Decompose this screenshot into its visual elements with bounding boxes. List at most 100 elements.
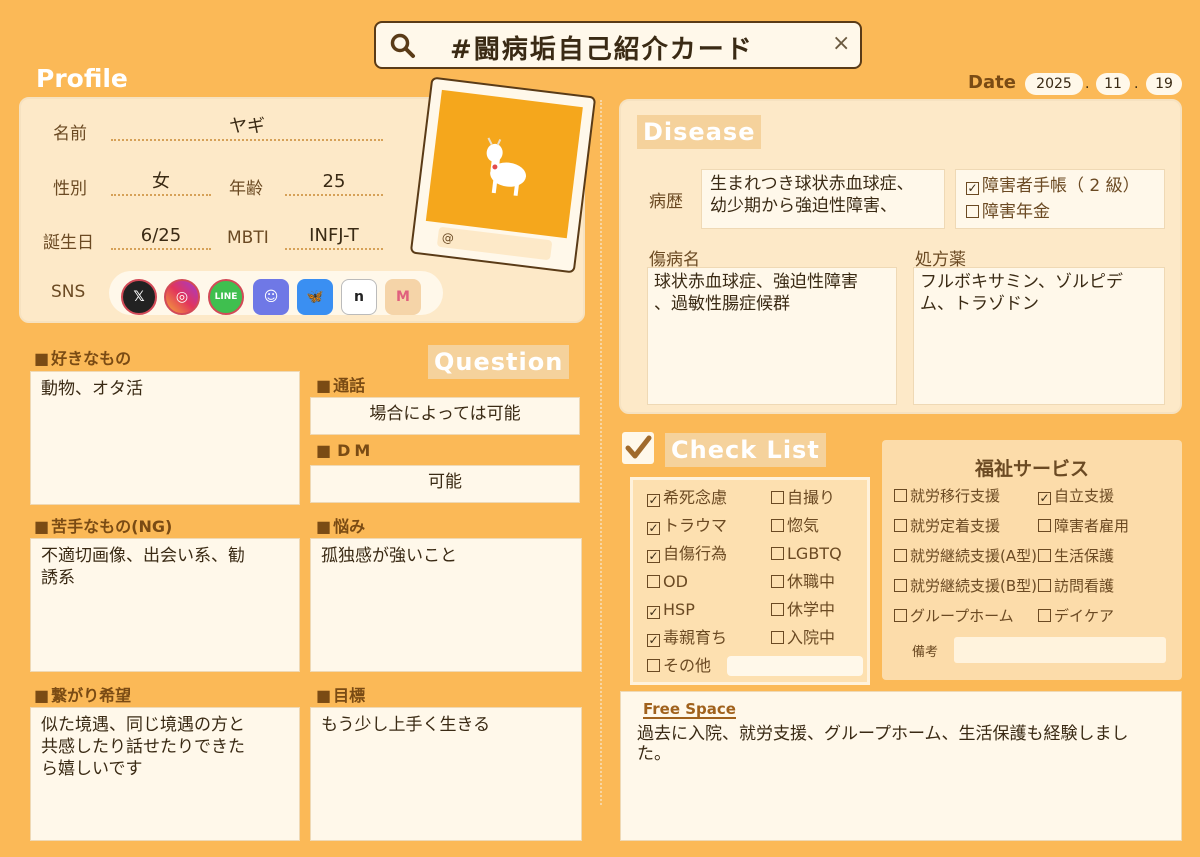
worry-box: 孤独感が強いこと — [310, 538, 582, 672]
sns-label: SNS — [51, 282, 86, 302]
welfare-2-checkmark — [894, 519, 907, 532]
welfare-2-checkbox[interactable]: 就労定着支援 — [894, 512, 1000, 540]
checklist-right-1-checkbox[interactable]: 惚気 — [771, 512, 842, 540]
photo-frame: @ — [409, 76, 597, 274]
gender-label: 性別 — [53, 179, 87, 199]
checklist-right-2-label: LGBTQ — [787, 544, 842, 563]
welfare-1-checkbox[interactable]: ✓ 自立支援 — [1038, 482, 1114, 510]
checklist-right-column: 自撮り惚気 LGBTQ 休職中休学中入院中 — [771, 484, 842, 652]
checklist-right-1-checkmark — [771, 519, 784, 532]
likes-heading: 好きなもの — [34, 345, 131, 369]
welfare-4-checkbox[interactable]: 就労継続支援(A型) — [894, 542, 1037, 570]
welfare-4-label: 就労継続支援(A型) — [910, 547, 1037, 565]
welfare-1-checkmark: ✓ — [1038, 491, 1051, 505]
connect-box: 似た境遇、同じ境遇の方と 共感したり話せたりできた ら嬉しいです — [30, 707, 300, 841]
welfare-8-checkbox[interactable]: グループホーム — [894, 602, 1014, 630]
date-label: Date — [968, 72, 1016, 93]
note-input[interactable] — [954, 637, 1166, 663]
welfare-6-checkmark — [894, 579, 907, 592]
birthday-label: 誕生日 — [43, 233, 94, 253]
search-bar[interactable]: #闘病垢自己紹介カード × — [374, 21, 862, 69]
checklist-right-3-checkbox[interactable]: 休職中 — [771, 568, 842, 596]
checklist-left-1-checkbox[interactable]: ✓ トラウマ — [647, 512, 727, 540]
other-input[interactable] — [727, 656, 863, 676]
welfare-7-checkbox[interactable]: 訪問看護 — [1038, 572, 1114, 600]
checklist-right-0-checkbox[interactable]: 自撮り — [771, 484, 842, 512]
welfare-9-checkbox[interactable]: デイケア — [1038, 602, 1114, 630]
discord-icon[interactable]: ☺ — [253, 279, 289, 315]
handbook-checkbox[interactable]: ✓ 障害者手帳（ 2 級） — [966, 172, 1154, 200]
welfare-4-checkmark — [894, 549, 907, 562]
checklist-left-5-checkbox[interactable]: ✓ 毒親育ち — [647, 624, 727, 652]
welfare-9-label: デイケア — [1054, 607, 1115, 625]
history-box: 生まれつき球状赤血球症、 幼少期から強迫性障害、 — [701, 169, 945, 229]
x-icon[interactable]: 𝕏 — [121, 279, 157, 315]
goat-icon — [486, 137, 527, 196]
welfare-0-checkbox[interactable]: 就労移行支援 — [894, 482, 1000, 510]
call-heading: 通話 — [316, 372, 365, 396]
welfare-5-label: 生活保護 — [1054, 547, 1115, 565]
welfare-8-checkmark — [894, 609, 907, 622]
misskey-icon[interactable]: M — [385, 279, 421, 315]
note-icon[interactable]: n — [341, 279, 377, 315]
checklist-left-4-checkbox[interactable]: ✓ HSP — [647, 596, 727, 624]
welfare-2-label: 就労定着支援 — [910, 517, 1001, 535]
gender-value: 女 — [111, 168, 211, 196]
checklist-right-4-checkbox[interactable]: 休学中 — [771, 596, 842, 624]
checklist-panel: ✓ 希死念慮 ✓ トラウマ ✓ 自傷行為 OD ✓ HSP ✓ 毒親育ち 自撮り 惚気 LGBTQ 休職中… — [630, 477, 870, 685]
connect-heading: 繋がり希望 — [34, 682, 131, 706]
mbti-value: INFJ-T — [285, 222, 383, 250]
checklist-left-1-checkmark: ✓ — [647, 521, 660, 535]
checklist-right-5-label: 入院中 — [787, 628, 836, 647]
profile-title: Profile — [36, 64, 128, 93]
welfare-3-label: 障害者雇用 — [1054, 517, 1130, 535]
checklist-right-5-checkbox[interactable]: 入院中 — [771, 624, 842, 652]
checklist-right-2-checkbox[interactable]: LGBTQ — [771, 540, 842, 568]
checklist-right-1-label: 惚気 — [787, 516, 820, 535]
checklist-left-2-checkbox[interactable]: ✓ 自傷行為 — [647, 540, 727, 568]
welfare-3-checkbox[interactable]: 障害者雇用 — [1038, 512, 1129, 540]
other-label: その他 — [663, 656, 712, 675]
checklist-right-0-checkmark — [771, 491, 784, 504]
dislikes-heading: 苦手なもの(NG) — [34, 513, 172, 537]
other-checkbox[interactable]: その他 — [647, 652, 711, 680]
other-checkmark — [647, 659, 660, 672]
goal-box: もう少し上手く生きる — [310, 707, 582, 841]
checklist-left-5-label: 毒親育ち — [663, 628, 728, 647]
checklist-badge: Check List — [665, 433, 826, 467]
welfare-0-label: 就労移行支援 — [910, 487, 1001, 505]
welfare-9-checkmark — [1038, 609, 1051, 622]
dislikes-box: 不適切画像、出会い系、勧 誘系 — [30, 538, 300, 672]
line-icon[interactable]: LINE — [208, 279, 244, 315]
welfare-6-checkbox[interactable]: 就労継続支援(B型) — [894, 572, 1037, 600]
mbti-label: MBTI — [227, 228, 269, 248]
date-sep: . — [1085, 76, 1090, 92]
welfare-panel: 福祉サービス 就労移行支援 ✓ 自立支援就労定着支援 障害者雇用 就労継続支援(A型) 生… — [882, 440, 1182, 680]
welfare-5-checkbox[interactable]: 生活保護 — [1038, 542, 1114, 570]
pension-label: 障害年金 — [982, 202, 1050, 222]
worry-heading: 悩み — [316, 513, 365, 537]
history-label: 病歴 — [649, 192, 683, 212]
note-label: 備考 — [912, 645, 939, 660]
pension-checkbox[interactable]: 障害年金 — [966, 200, 1154, 224]
checklist-left-0-checkbox[interactable]: ✓ 希死念慮 — [647, 484, 727, 512]
bluesky-icon[interactable]: 🦋 — [297, 279, 333, 315]
instagram-icon[interactable]: ◎ — [164, 279, 200, 315]
checklist-left-2-label: 自傷行為 — [663, 544, 728, 563]
likes-box: 動物、オタ活 — [30, 371, 300, 505]
close-icon[interactable]: × — [832, 31, 850, 56]
checklist-left-3-checkbox[interactable]: OD — [647, 568, 727, 596]
welfare-title: 福祉サービス — [974, 458, 1089, 480]
checklist-right-4-label: 休学中 — [787, 600, 836, 619]
checklist-right-5-checkmark — [771, 631, 784, 644]
checklist-left-3-label: OD — [663, 572, 688, 591]
checklist-left-5-checkmark: ✓ — [647, 633, 660, 647]
checklist-left-0-checkmark: ✓ — [647, 493, 660, 507]
divider — [600, 100, 602, 805]
welfare-5-checkmark — [1038, 549, 1051, 562]
date-month: 11 — [1096, 73, 1130, 95]
avatar — [425, 89, 583, 239]
name-label: 名前 — [53, 124, 87, 144]
welfare-8-label: グループホーム — [910, 607, 1014, 625]
checklist-checkbox-icon — [622, 432, 654, 464]
